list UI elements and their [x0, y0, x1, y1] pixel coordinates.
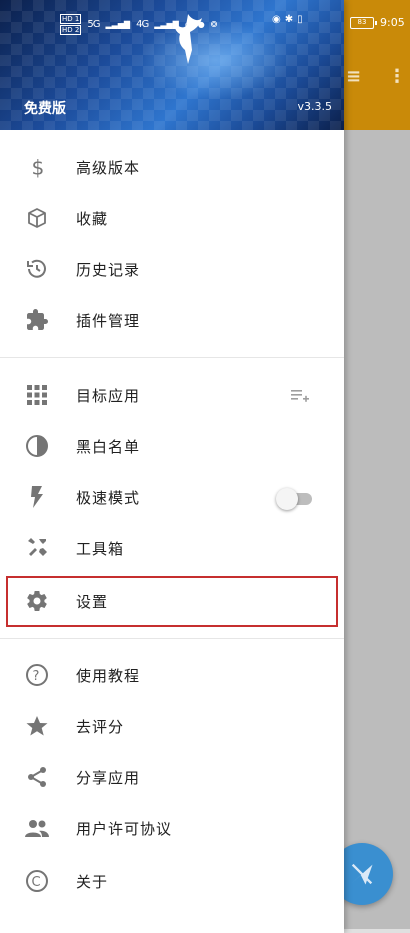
- signal-1: 5G: [87, 19, 100, 30]
- menu-label: 去评分: [76, 717, 125, 736]
- signal-bars-icon: ▂▃▅▇: [105, 20, 131, 29]
- menu-item-toolbox[interactable]: 工具箱: [0, 522, 344, 574]
- edition-label: 免费版: [24, 101, 66, 117]
- menu-label: 工具箱: [76, 539, 125, 558]
- copyright-icon: C: [24, 868, 50, 894]
- menu-label: 使用教程: [76, 666, 141, 685]
- menu-item-favorites[interactable]: 收藏: [0, 192, 344, 244]
- svg-text:$: $: [32, 155, 45, 179]
- menu-label: 插件管理: [76, 311, 141, 330]
- hummingbird-icon: [175, 14, 202, 64]
- menu-label: 历史记录: [76, 260, 141, 279]
- menu-item-blacklist-whitelist[interactable]: 黑白名单: [0, 420, 344, 472]
- tools-icon: [24, 535, 50, 561]
- grid-apps-icon: [24, 382, 50, 408]
- help-circle-icon: ?: [24, 662, 50, 688]
- section-divider: [0, 357, 344, 358]
- vibrate-icon: ▯: [297, 14, 303, 25]
- more-vert-icon[interactable]: ⋮: [388, 66, 406, 87]
- flash-icon: [24, 484, 50, 510]
- bluetooth-icon: ✱: [284, 14, 294, 25]
- extension-icon: [24, 307, 50, 333]
- menu-item-premium[interactable]: $ 高级版本: [0, 141, 344, 193]
- svg-text:C: C: [32, 875, 41, 890]
- menu-label: 极速模式: [76, 488, 141, 507]
- navigation-drawer: HD 1 HD 2 5G ▂▃▅▇ 4G ▂▃▅▇ ◎ ● ❂ ◉ ✱ ▯ 免费…: [0, 0, 344, 933]
- menu-item-license[interactable]: 用户许可协议: [0, 802, 344, 854]
- people-icon: [24, 815, 50, 841]
- playlist-add-icon[interactable]: [290, 387, 310, 405]
- hd2-badge: HD 2: [60, 25, 82, 35]
- status-time: 9:05: [380, 16, 405, 29]
- eye-icon: ◉: [272, 14, 281, 25]
- menu-label: 用户许可协议: [76, 819, 173, 838]
- contrast-icon: [24, 433, 50, 459]
- hd1-badge: HD 1: [60, 14, 82, 24]
- version-label: v3.3.5: [297, 100, 333, 113]
- cube-icon: [24, 205, 50, 231]
- battery-level: 83: [357, 17, 367, 26]
- svg-text:?: ?: [33, 669, 40, 684]
- sort-icon[interactable]: ≡: [346, 66, 361, 87]
- send-slash-icon: [351, 863, 373, 885]
- menu-item-tutorial[interactable]: ? 使用教程: [0, 649, 344, 701]
- status-icons-right: ◉ ✱ ▯: [272, 14, 303, 25]
- status-bar-right: 83 9:05: [350, 16, 405, 29]
- history-icon: [24, 256, 50, 282]
- signal-2: 4G: [136, 19, 149, 30]
- menu-item-history[interactable]: 历史记录: [0, 243, 344, 295]
- menu-item-share[interactable]: 分享应用: [0, 751, 344, 803]
- drawer-header: HD 1 HD 2 5G ▂▃▅▇ 4G ▂▃▅▇ ◎ ● ❂ ◉ ✱ ▯ 免费…: [0, 0, 344, 130]
- section-divider: [0, 638, 344, 639]
- menu-label: 收藏: [76, 209, 109, 228]
- menu-label: 关于: [76, 872, 109, 891]
- menu-label: 分享应用: [76, 768, 141, 787]
- battery-icon: 83: [350, 16, 377, 29]
- turbo-mode-toggle[interactable]: [276, 487, 314, 510]
- share-icon: [24, 764, 50, 790]
- menu-label: 高级版本: [76, 158, 141, 177]
- menu-label: 黑白名单: [76, 437, 141, 456]
- menu-item-rate[interactable]: 去评分: [0, 700, 344, 752]
- menu-item-about[interactable]: C 关于: [0, 855, 344, 907]
- dollar-icon: $: [24, 154, 50, 180]
- menu-item-plugins[interactable]: 插件管理: [0, 294, 344, 346]
- wechat-icon: ❂: [210, 20, 218, 29]
- star-icon: [24, 713, 50, 739]
- menu-label: 目标应用: [76, 386, 141, 405]
- settings-highlight-box: [6, 576, 338, 627]
